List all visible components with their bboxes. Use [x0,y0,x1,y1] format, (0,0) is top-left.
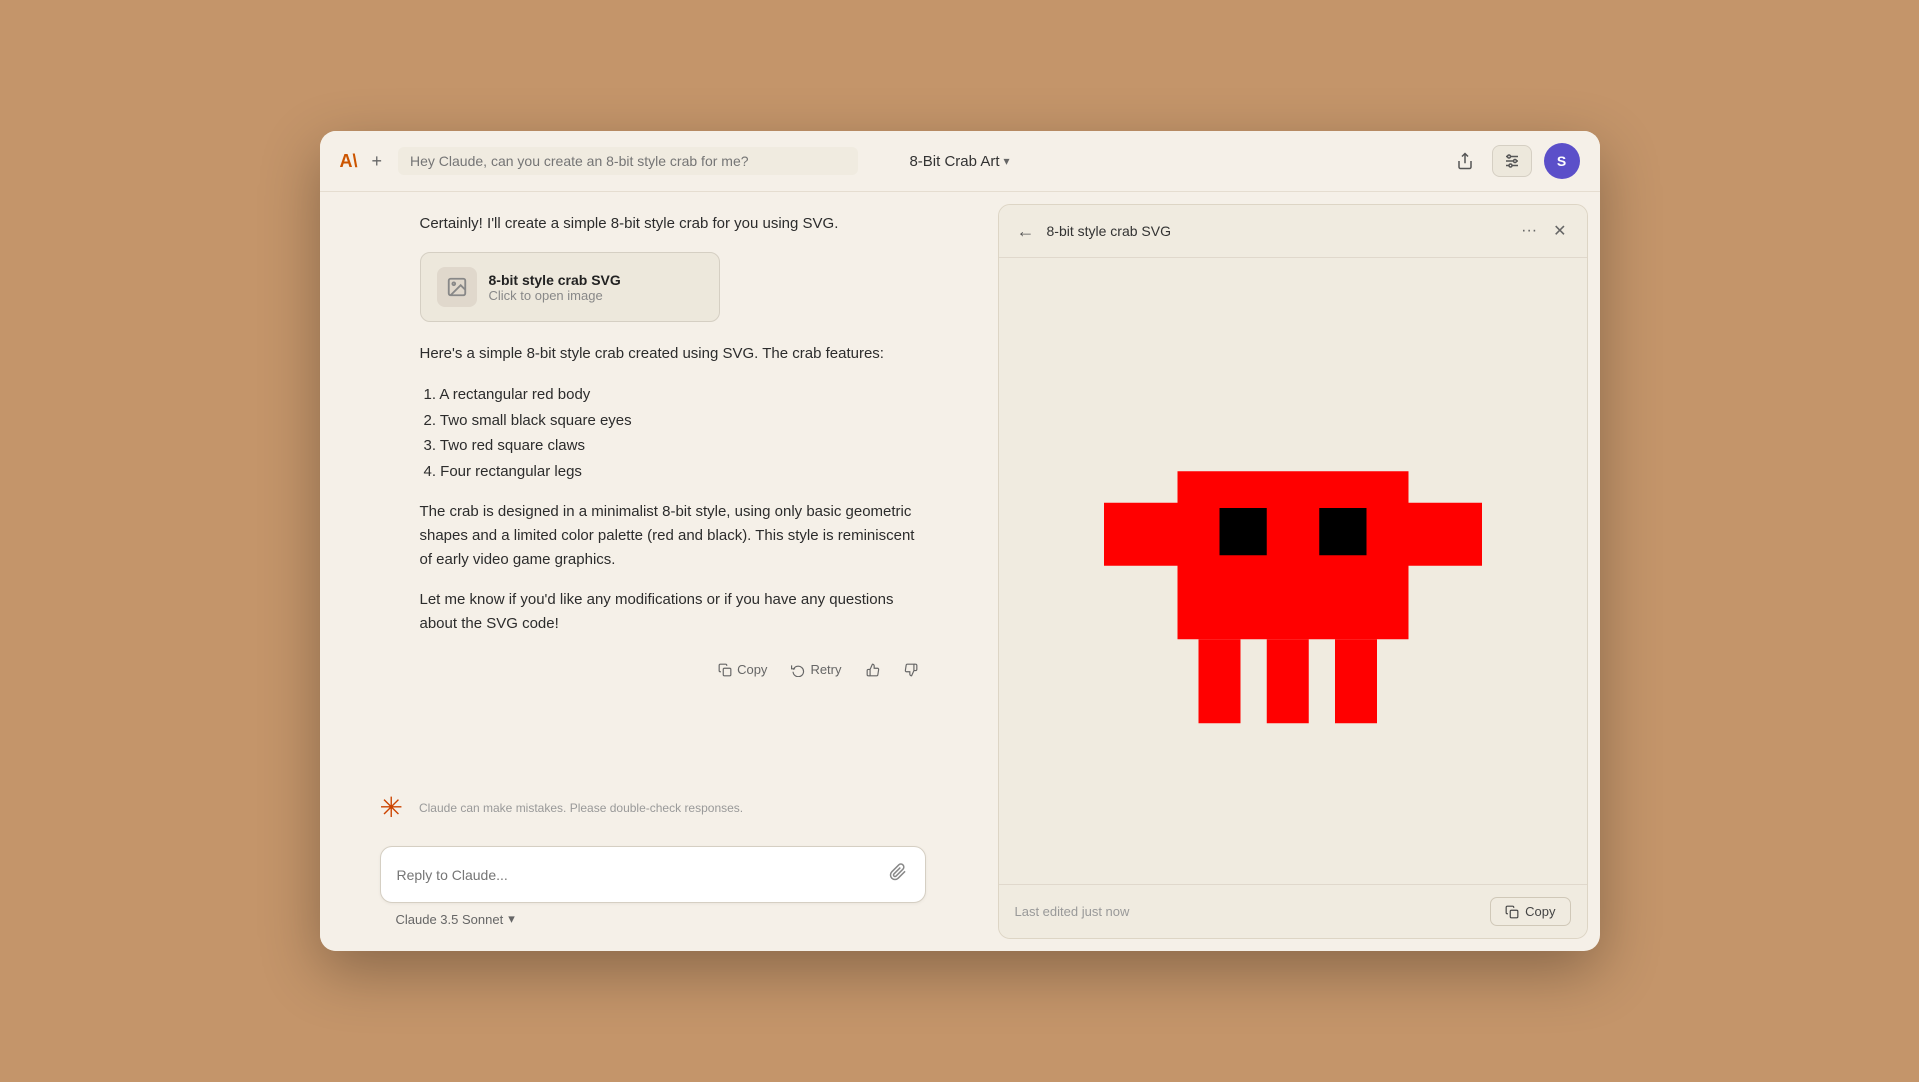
artifact-card-title: 8-bit style crab SVG [489,272,621,288]
copy-icon [718,663,732,677]
retry-icon [791,663,805,677]
header-left: A\ + [340,147,387,176]
artifact-back-button[interactable]: ← [1015,219,1037,244]
artifact-footer: Last edited just now Copy [999,884,1587,938]
model-name: Claude 3.5 Sonnet [396,912,504,927]
list-item: 1. A rectangular red body [420,382,926,408]
share-button[interactable] [1450,146,1480,176]
artifact-card-icon [437,267,477,307]
message-actions: Copy Retry [420,652,926,697]
artifact-panel: ← 8-bit style crab SVG ··· ✕ [998,204,1588,939]
header-right: S [1450,143,1580,179]
thumbup-button[interactable] [858,659,888,681]
artifact-more-button[interactable]: ··· [1517,218,1541,244]
input-area: Claude 3.5 Sonnet ▾ [320,834,986,951]
features-list: 1. A rectangular red body 2. Two small b… [420,382,926,484]
header-center: 8-Bit Crab Art ▾ [909,153,1009,170]
image-icon [446,276,468,298]
chat-messages: Certainly! I'll create a simple 8-bit st… [320,192,986,781]
paperclip-icon [889,863,907,881]
input-box [380,846,926,903]
thumbup-icon [866,663,880,677]
artifact-copy-label: Copy [1525,904,1555,919]
header: A\ + 8-Bit Crab Art ▾ [320,131,1600,192]
description-text: Here's a simple 8-bit style crab created… [420,342,926,366]
list-item: 3. Two red square claws [420,433,926,459]
retry-button[interactable]: Retry [783,658,849,681]
artifact-copy-button[interactable]: Copy [1490,897,1570,926]
chat-panel: Certainly! I'll create a simple 8-bit st… [320,192,986,951]
main-content: Certainly! I'll create a simple 8-bit st… [320,192,1600,951]
copy-label: Copy [737,662,767,677]
intro-message: Certainly! I'll create a simple 8-bit st… [420,212,926,236]
header-search-input[interactable] [398,147,858,175]
artifact-header-title: 8-bit style crab SVG [1047,223,1508,239]
artifact-header: ← 8-bit style crab SVG ··· ✕ [999,205,1587,258]
share-icon [1456,152,1474,170]
paragraph1: The crab is designed in a minimalist 8-b… [420,500,926,572]
avatar: S [1544,143,1580,179]
copy-icon [1505,905,1519,919]
app-window: A\ + 8-Bit Crab Art ▾ [320,131,1600,951]
artifact-content [999,258,1587,884]
anthropic-logo: A\ [340,151,358,172]
disclaimer-text: Claude can make mistakes. Please double-… [419,801,743,815]
model-chevron-icon: ▾ [508,911,515,927]
claude-footer: ✳ Claude can make mistakes. Please doubl… [320,781,986,834]
thumbdown-button[interactable] [896,659,926,681]
attach-button[interactable] [887,861,909,888]
artifact-card-subtitle: Click to open image [489,288,621,303]
reply-input[interactable] [397,867,877,883]
artifact-header-actions: ··· ✕ [1517,217,1570,245]
artifact-close-button[interactable]: ✕ [1549,217,1570,245]
artifact-card-info: 8-bit style crab SVG Click to open image [489,272,621,303]
last-edited-text: Last edited just now [1015,904,1130,919]
settings-button[interactable] [1492,145,1532,177]
thumbdown-icon [904,663,918,677]
new-chat-button[interactable]: + [368,147,387,176]
crab-svg [1083,381,1503,761]
sliders-icon [1503,152,1521,170]
paragraph2: Let me know if you'd like any modificati… [420,588,926,636]
retry-label: Retry [810,662,841,677]
list-item: 4. Four rectangular legs [420,459,926,485]
list-item: 2. Two small black square eyes [420,408,926,434]
chevron-down-icon: ▾ [1004,154,1010,168]
claude-asterisk-icon: ✳ [380,791,403,824]
artifact-card[interactable]: 8-bit style crab SVG Click to open image [420,252,720,322]
copy-button[interactable]: Copy [710,658,775,681]
chat-title: 8-Bit Crab Art [909,153,999,170]
model-selector[interactable]: Claude 3.5 Sonnet ▾ [380,903,531,935]
